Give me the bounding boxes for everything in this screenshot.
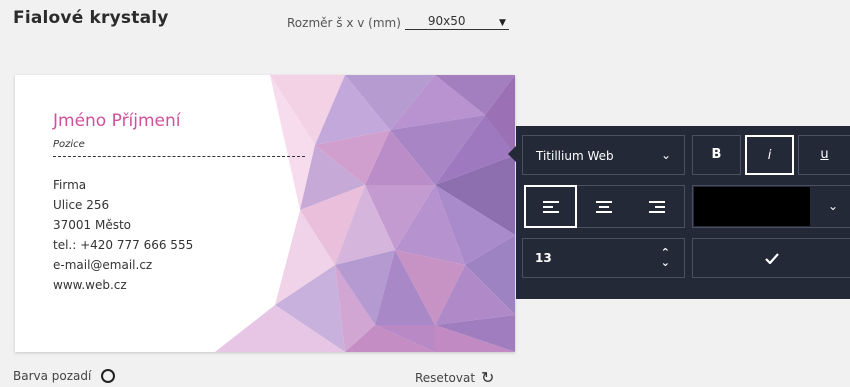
card-phone[interactable]: tel.: +420 777 666 555 — [53, 235, 193, 255]
italic-button[interactable]: i — [745, 135, 794, 175]
background-color-control[interactable]: Barva pozadí — [13, 369, 116, 383]
check-icon — [764, 252, 779, 264]
card-web[interactable]: www.web.cz — [53, 275, 193, 295]
font-family-select[interactable]: Titillium Web ⌄ — [522, 135, 685, 175]
align-center-icon — [595, 200, 612, 213]
bold-button[interactable]: B — [692, 135, 741, 175]
business-card-preview[interactable]: Jméno Příjmení Pozice Firma Ulice 256 37… — [15, 75, 515, 352]
card-company[interactable]: Firma — [53, 175, 193, 195]
alignment-group — [522, 185, 685, 228]
card-divider — [53, 156, 305, 157]
circle-icon[interactable] — [101, 369, 116, 383]
background-color-label: Barva pozadí — [13, 369, 92, 383]
size-row: Rozměr š x v (mm) 90x50 ▼ — [287, 13, 509, 30]
align-left-button[interactable] — [524, 185, 577, 228]
spinner-icon[interactable]: ⌃ ⌄ — [661, 247, 670, 268]
card-contact-lines: Firma Ulice 256 37001 Město tel.: +420 7… — [53, 175, 193, 295]
card-name[interactable]: Jméno Příjmení — [53, 111, 181, 131]
font-size-value: 13 — [535, 251, 552, 265]
reset-control[interactable]: Resetovat ↻ — [415, 368, 494, 387]
font-family-value: Titillium Web — [536, 149, 614, 163]
reset-label: Resetovat — [415, 370, 476, 385]
text-color-select[interactable]: ⌄ — [692, 185, 850, 228]
dropdown-arrow-icon: ▼ — [498, 18, 506, 28]
page-title: Fialové krystaly — [13, 8, 169, 28]
card-street[interactable]: Ulice 256 — [53, 195, 193, 215]
align-center-button[interactable] — [577, 185, 630, 228]
confirm-button[interactable] — [692, 238, 850, 278]
reset-icon[interactable]: ↻ — [481, 368, 494, 387]
card-email[interactable]: e-mail@email.cz — [53, 255, 193, 275]
text-format-toolbar: Titillium Web ⌄ B i u ⌄ 13 ⌃ ⌄ — [508, 126, 850, 299]
card-position[interactable]: Pozice — [53, 139, 85, 150]
size-value: 90x50 — [427, 14, 466, 28]
font-size-input[interactable]: 13 ⌃ ⌄ — [522, 238, 685, 278]
align-right-icon — [649, 200, 665, 213]
underline-button[interactable]: u — [798, 135, 850, 175]
size-label: Rozměr š x v (mm) — [287, 16, 401, 30]
chevron-down-icon: ⌄ — [660, 148, 671, 162]
align-left-icon — [542, 200, 559, 213]
chevron-down-icon: ⌄ — [827, 199, 838, 213]
size-select[interactable]: 90x50 ▼ — [404, 13, 509, 30]
card-city[interactable]: 37001 Město — [53, 215, 193, 235]
text-color-swatch — [694, 187, 810, 226]
align-right-button[interactable] — [630, 185, 685, 228]
